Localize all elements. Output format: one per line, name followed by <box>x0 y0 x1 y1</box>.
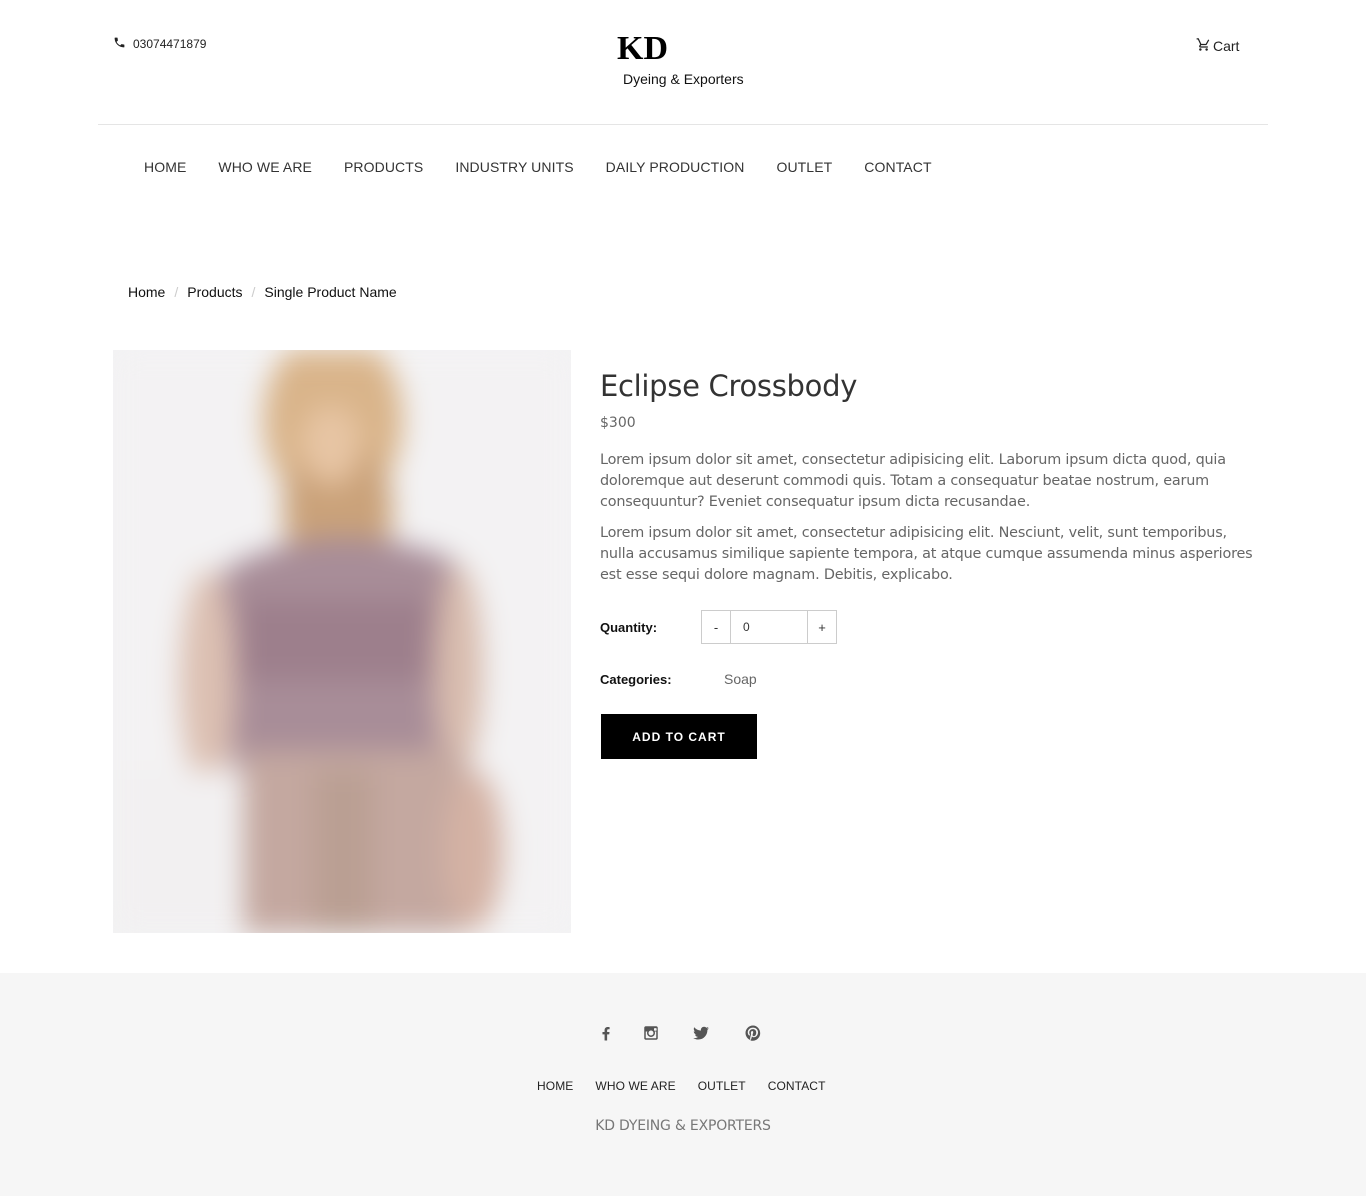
facebook-icon[interactable] <box>596 1023 616 1043</box>
cart-label: Cart <box>1213 38 1240 54</box>
breadcrumb-products[interactable]: Products <box>187 284 242 300</box>
nav-outlet[interactable]: OUTLET <box>760 158 848 176</box>
footer: HOME WHO WE ARE OUTLET CONTACT KD DYEING… <box>0 973 1366 1196</box>
cart-icon <box>1196 37 1211 55</box>
phone-number[interactable]: 03074471879 <box>113 36 206 52</box>
product-title: Eclipse Crossbody <box>600 369 858 403</box>
quantity-decrease-button[interactable]: - <box>702 611 731 643</box>
breadcrumb: Home / Products / Single Product Name <box>128 284 397 300</box>
breadcrumb-home[interactable]: Home <box>128 284 165 300</box>
site-logo[interactable]: KD Dyeing & Exporters <box>617 30 757 87</box>
twitter-icon[interactable] <box>691 1023 711 1043</box>
footer-nav-who-we-are[interactable]: WHO WE ARE <box>584 1079 686 1093</box>
footer-nav: HOME WHO WE ARE OUTLET CONTACT <box>526 1079 837 1093</box>
nav-who-we-are[interactable]: WHO WE ARE <box>202 158 328 176</box>
logo-tagline: Dyeing & Exporters <box>623 71 744 87</box>
product-description: Lorem ipsum dolor sit amet, consectetur … <box>600 452 1226 510</box>
nav-daily-production[interactable]: DAILY PRODUCTION <box>590 158 761 176</box>
product-info: Eclipse Crossbody $300 Lorem ipsum dolor… <box>600 366 1260 586</box>
pinterest-icon[interactable] <box>743 1023 763 1043</box>
product-description: Lorem ipsum dolor sit amet, consectetur … <box>600 525 1253 583</box>
main-nav: HOME WHO WE ARE PRODUCTS INDUSTRY UNITS … <box>128 158 948 176</box>
phone-icon <box>113 36 126 52</box>
nav-home[interactable]: HOME <box>128 158 202 176</box>
quantity-input[interactable] <box>731 611 807 643</box>
quantity-stepper: - + <box>701 610 837 644</box>
footer-nav-outlet[interactable]: OUTLET <box>687 1079 757 1093</box>
product-price: $300 <box>600 415 636 431</box>
add-to-cart-button[interactable]: ADD TO CART <box>601 714 757 759</box>
breadcrumb-current: Single Product Name <box>264 284 397 300</box>
phone-text: 03074471879 <box>133 37 207 51</box>
header-divider <box>98 124 1268 125</box>
footer-nav-contact[interactable]: CONTACT <box>757 1079 837 1093</box>
instagram-icon[interactable] <box>641 1023 661 1043</box>
social-links <box>596 1023 763 1043</box>
footer-brand: KD DYEING & EXPORTERS <box>595 1118 771 1134</box>
quantity-label: Quantity: <box>600 619 658 635</box>
breadcrumb-separator: / <box>251 284 256 300</box>
nav-contact[interactable]: CONTACT <box>848 158 947 176</box>
nav-industry-units[interactable]: INDUSTRY UNITS <box>439 158 589 176</box>
breadcrumb-separator: / <box>174 284 179 300</box>
category-value[interactable]: Soap <box>724 671 757 687</box>
cart-link[interactable]: Cart <box>1196 37 1239 55</box>
categories-row: Categories: Soap <box>600 671 757 687</box>
nav-products[interactable]: PRODUCTS <box>328 158 439 176</box>
categories-label: Categories: <box>600 671 672 687</box>
quantity-row: Quantity: - + <box>600 610 837 644</box>
footer-nav-home[interactable]: HOME <box>526 1079 584 1093</box>
logo-main: KD <box>617 30 668 67</box>
product-image <box>113 350 571 933</box>
quantity-increase-button[interactable]: + <box>807 611 836 643</box>
